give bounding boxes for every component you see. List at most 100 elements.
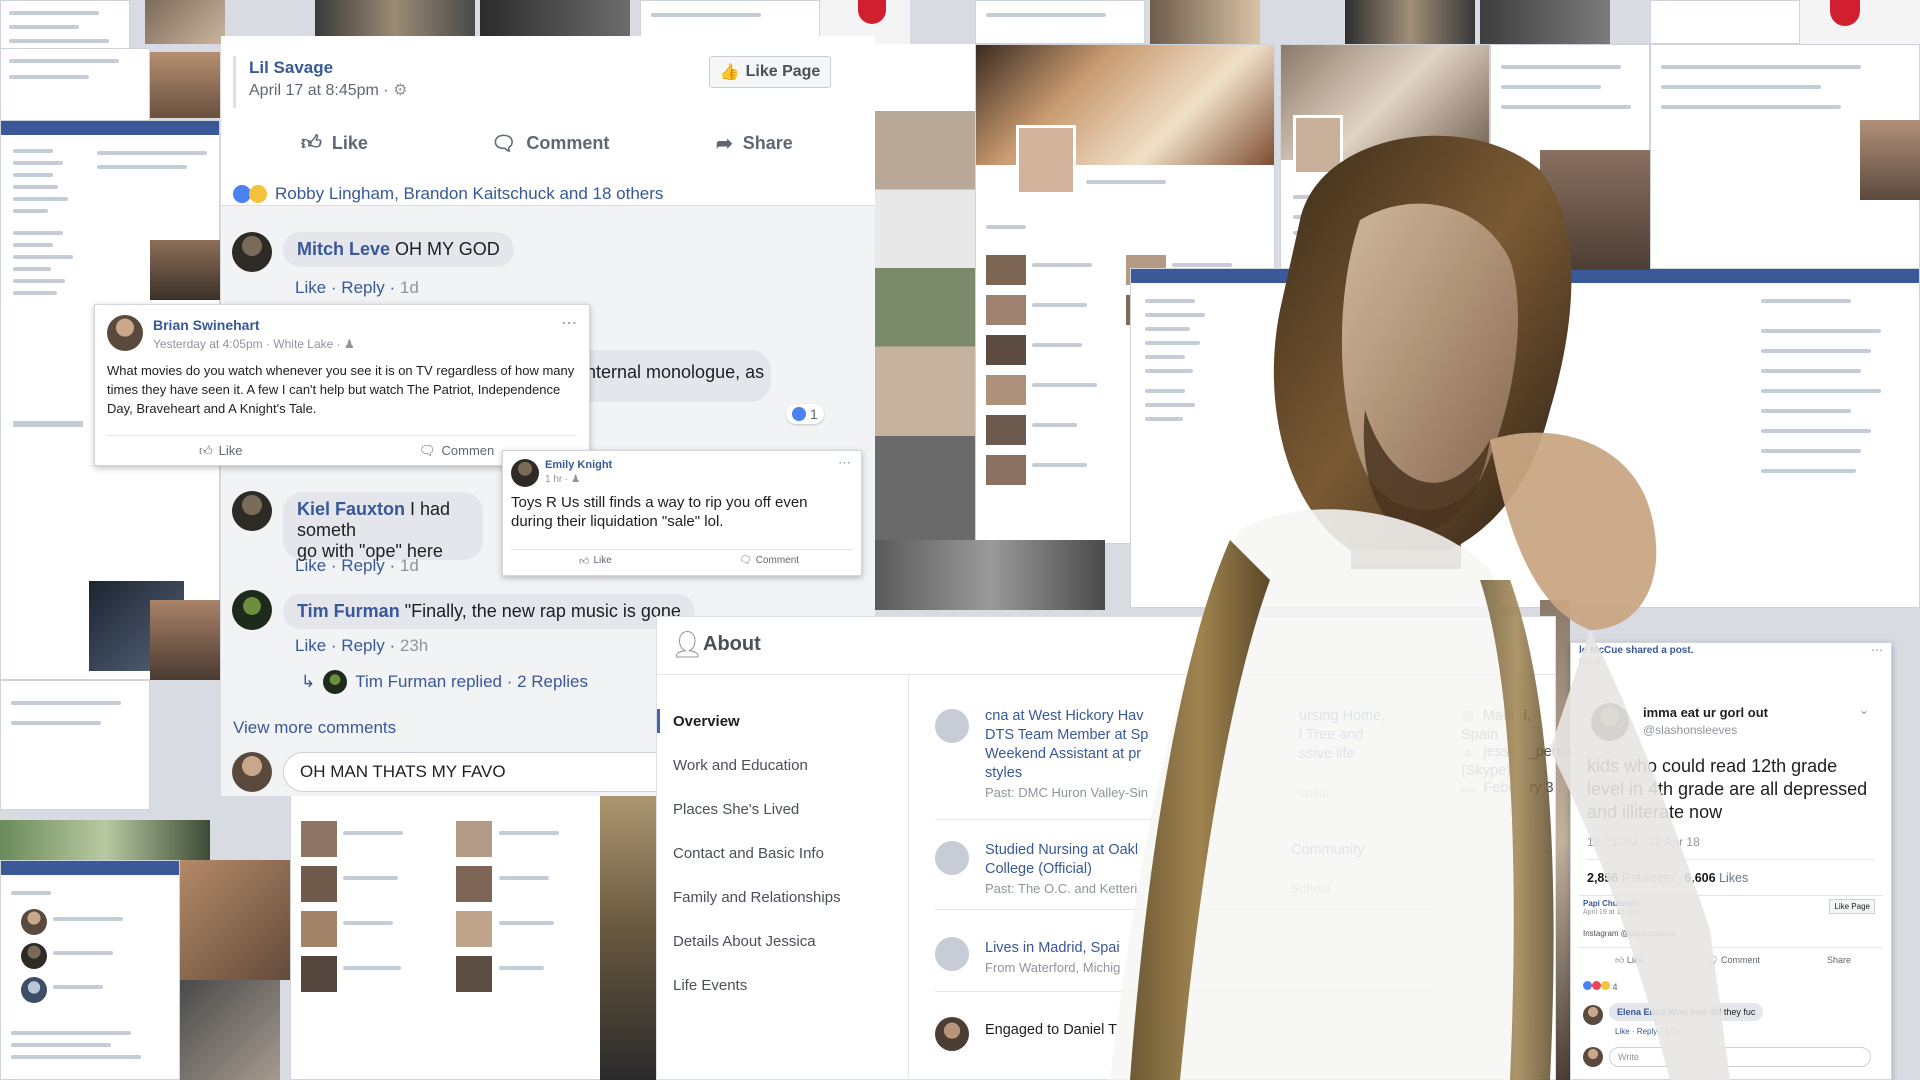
work-past-link[interactable]: spital	[1299, 785, 1329, 800]
card-comment-button[interactable]: 🗨︎ Comment	[739, 555, 799, 566]
comment-reply-link[interactable]: Reply	[341, 556, 384, 575]
commenter-name[interactable]: Kiel Fauxton	[297, 499, 405, 519]
education-link[interactable]: College (Official)	[985, 861, 1092, 877]
card-author[interactable]: Brian Swinehart	[153, 317, 260, 333]
comment-time[interactable]: 1d	[400, 556, 419, 575]
comment-button[interactable]: 🗨︎ Comment	[491, 131, 609, 156]
shared-tweet-card: le McCue shared a post. mins · ⋯ imma eat…	[1570, 642, 1892, 1080]
education-summary-cont: Community School	[1291, 841, 1431, 899]
nav-life-events[interactable]: Life Events	[673, 977, 747, 994]
comment-like-count[interactable]: 1	[786, 404, 824, 424]
thumbs-up-icon: 👍	[719, 64, 740, 81]
avatar[interactable]	[232, 232, 272, 272]
like-page-button[interactable]: Like Page	[1829, 899, 1875, 914]
education-past-link[interactable]: Past: The O.C. and Ketteri	[985, 881, 1137, 896]
share-icon: ➦	[716, 133, 733, 155]
comment-like-link[interactable]: Like	[295, 636, 326, 655]
more-options-icon[interactable]: ⋯	[1871, 643, 1883, 657]
avatar[interactable]	[1591, 703, 1629, 741]
more-options-icon[interactable]: ⋯	[838, 455, 851, 471]
work-link[interactable]: l Tree and	[1299, 727, 1364, 743]
nav-family-relationships[interactable]: Family and Relationships	[673, 889, 841, 906]
work-link[interactable]: DTS Team Member at Sp	[985, 727, 1148, 743]
education-link[interactable]: Community	[1291, 842, 1364, 858]
more-options-icon[interactable]: ⋯	[561, 313, 577, 333]
work-link[interactable]: cna at West Hickory Hav	[985, 708, 1143, 724]
relationship-summary-cont[interactable]: an	[1161, 1021, 1177, 1040]
card-meta[interactable]: 1 hr · ♟	[545, 474, 580, 485]
nav-contact-info[interactable]: Contact and Basic Info	[673, 845, 824, 862]
comment-actions: Like · Reply · 1d	[295, 556, 419, 575]
nav-overview[interactable]: Overview	[673, 713, 740, 730]
poster-name[interactable]: Papi Chulomin	[1583, 899, 1639, 908]
thumbs-up-icon: 👍︎	[199, 443, 213, 458]
nav-work-education[interactable]: Work and Education	[673, 757, 808, 774]
commenter-name[interactable]: Tim Furman	[297, 601, 400, 621]
post-date[interactable]: April 17 at 8:45pm · ⚙	[249, 80, 407, 100]
comment-reply-link[interactable]: Reply	[341, 278, 384, 297]
poster-meta[interactable]: April 19 at 10:42pm ·	[1583, 909, 1648, 916]
view-more-comments-link[interactable]: View more comments	[233, 718, 396, 738]
like-page-button[interactable]: 👍 Like Page	[709, 56, 831, 88]
reactions-summary[interactable]: Robby Lingham, Brandon Kaitschuck and 18…	[233, 184, 663, 204]
work-link[interactable]: ursing Home,	[1299, 708, 1385, 724]
comment-actions: Like · Reply · 1d	[295, 278, 419, 297]
tweet-author[interactable]: imma eat ur gorl out	[1643, 705, 1768, 720]
hometown-link[interactable]: From Waterford, Michig	[985, 960, 1120, 975]
card-meta[interactable]: Yesterday at 4:05pm · White Lake · ♟	[153, 337, 355, 351]
location-summary: Lives in Madrid, Spai From Waterford, Mi…	[985, 939, 1120, 978]
chevron-down-icon[interactable]: ⌄	[1859, 703, 1869, 717]
reaction-summary[interactable]: 4	[1583, 981, 1618, 992]
like-button[interactable]: 👍︎ Like	[1615, 955, 1643, 966]
work-past-link[interactable]: Past: DMC Huron Valley-Sin	[985, 785, 1148, 800]
status-card-brian: Brian Swinehart Yesterday at 4:05pm · Wh…	[94, 304, 590, 466]
avatar[interactable]	[232, 491, 272, 531]
replies-link[interactable]: ↳ Tim Furman replied · 2 Replies	[301, 670, 588, 694]
collage-photo	[875, 44, 975, 604]
card-like-button[interactable]: 👍︎ Like	[199, 443, 242, 459]
comment-time[interactable]: 23h	[400, 636, 428, 655]
nav-places-lived[interactable]: Places She's Lived	[673, 801, 799, 818]
collage-photo	[0, 820, 210, 860]
avatar[interactable]	[232, 590, 272, 630]
post-author[interactable]: Lil Savage	[249, 58, 333, 78]
avatar[interactable]	[1583, 1005, 1603, 1025]
comment-icon: 🗨︎	[491, 133, 517, 155]
comment-input[interactable]: Write	[1609, 1047, 1871, 1067]
thumbs-up-icon: 👍︎	[301, 132, 322, 154]
work-link[interactable]: Weekend Assistant at pr	[985, 746, 1141, 762]
like-button[interactable]: 👍︎ Like	[301, 131, 368, 155]
avatar[interactable]	[511, 459, 539, 487]
wow-reaction-icon	[1601, 981, 1610, 990]
comment-like-link[interactable]: Like	[295, 278, 326, 297]
tweet-stats: 2,856 Retweets 6,606 Likes	[1587, 871, 1749, 885]
card-comment-button[interactable]: 🗨︎ Commen	[419, 443, 494, 459]
comment-actions[interactable]: Like · Reply · 17m	[1615, 1027, 1680, 1036]
work-summary: cna at West Hickory Hav DTS Team Member …	[985, 707, 1225, 803]
card-like-button[interactable]: 👍︎ Like	[579, 555, 612, 567]
comment-text: "Finally, the new rap music is gone	[404, 601, 681, 621]
card-author[interactable]: Emily Knight	[545, 459, 612, 471]
work-link[interactable]: ssive life	[1299, 746, 1355, 762]
lives-in-link[interactable]: Lives in Madrid, Spai	[985, 940, 1120, 956]
education-past-link[interactable]: School	[1291, 881, 1331, 896]
share-button[interactable]: ➦ Share	[716, 131, 793, 156]
card-text: What movies do you watch whenever you se…	[107, 363, 575, 416]
nav-details[interactable]: Details About Jessica	[673, 933, 816, 950]
about-title[interactable]: About	[703, 633, 761, 656]
commenter-name[interactable]: Mitch Leve	[297, 239, 390, 259]
education-link[interactable]: Studied Nursing at Oakl	[985, 842, 1138, 858]
friends-icon: ♟	[571, 474, 581, 485]
thumbs-up-icon: 👍︎	[579, 556, 590, 567]
comment-reply-link[interactable]: Reply	[341, 636, 384, 655]
partner-link[interactable]: an	[1161, 1022, 1177, 1038]
work-link[interactable]: styles	[985, 765, 1022, 781]
tweet-time: 12:23 AM · 19 Apr 18	[1587, 835, 1700, 849]
tweet-handle[interactable]: @slashonsleeves	[1643, 723, 1737, 737]
comment-like-link[interactable]: Like	[295, 556, 326, 575]
avatar[interactable]	[107, 315, 143, 351]
share-button[interactable]: Share	[1827, 955, 1851, 965]
comment-time[interactable]: 1d	[400, 278, 419, 297]
comment-button[interactable]: 🗨︎ Comment	[1707, 955, 1760, 966]
collage-tile	[0, 860, 180, 1080]
